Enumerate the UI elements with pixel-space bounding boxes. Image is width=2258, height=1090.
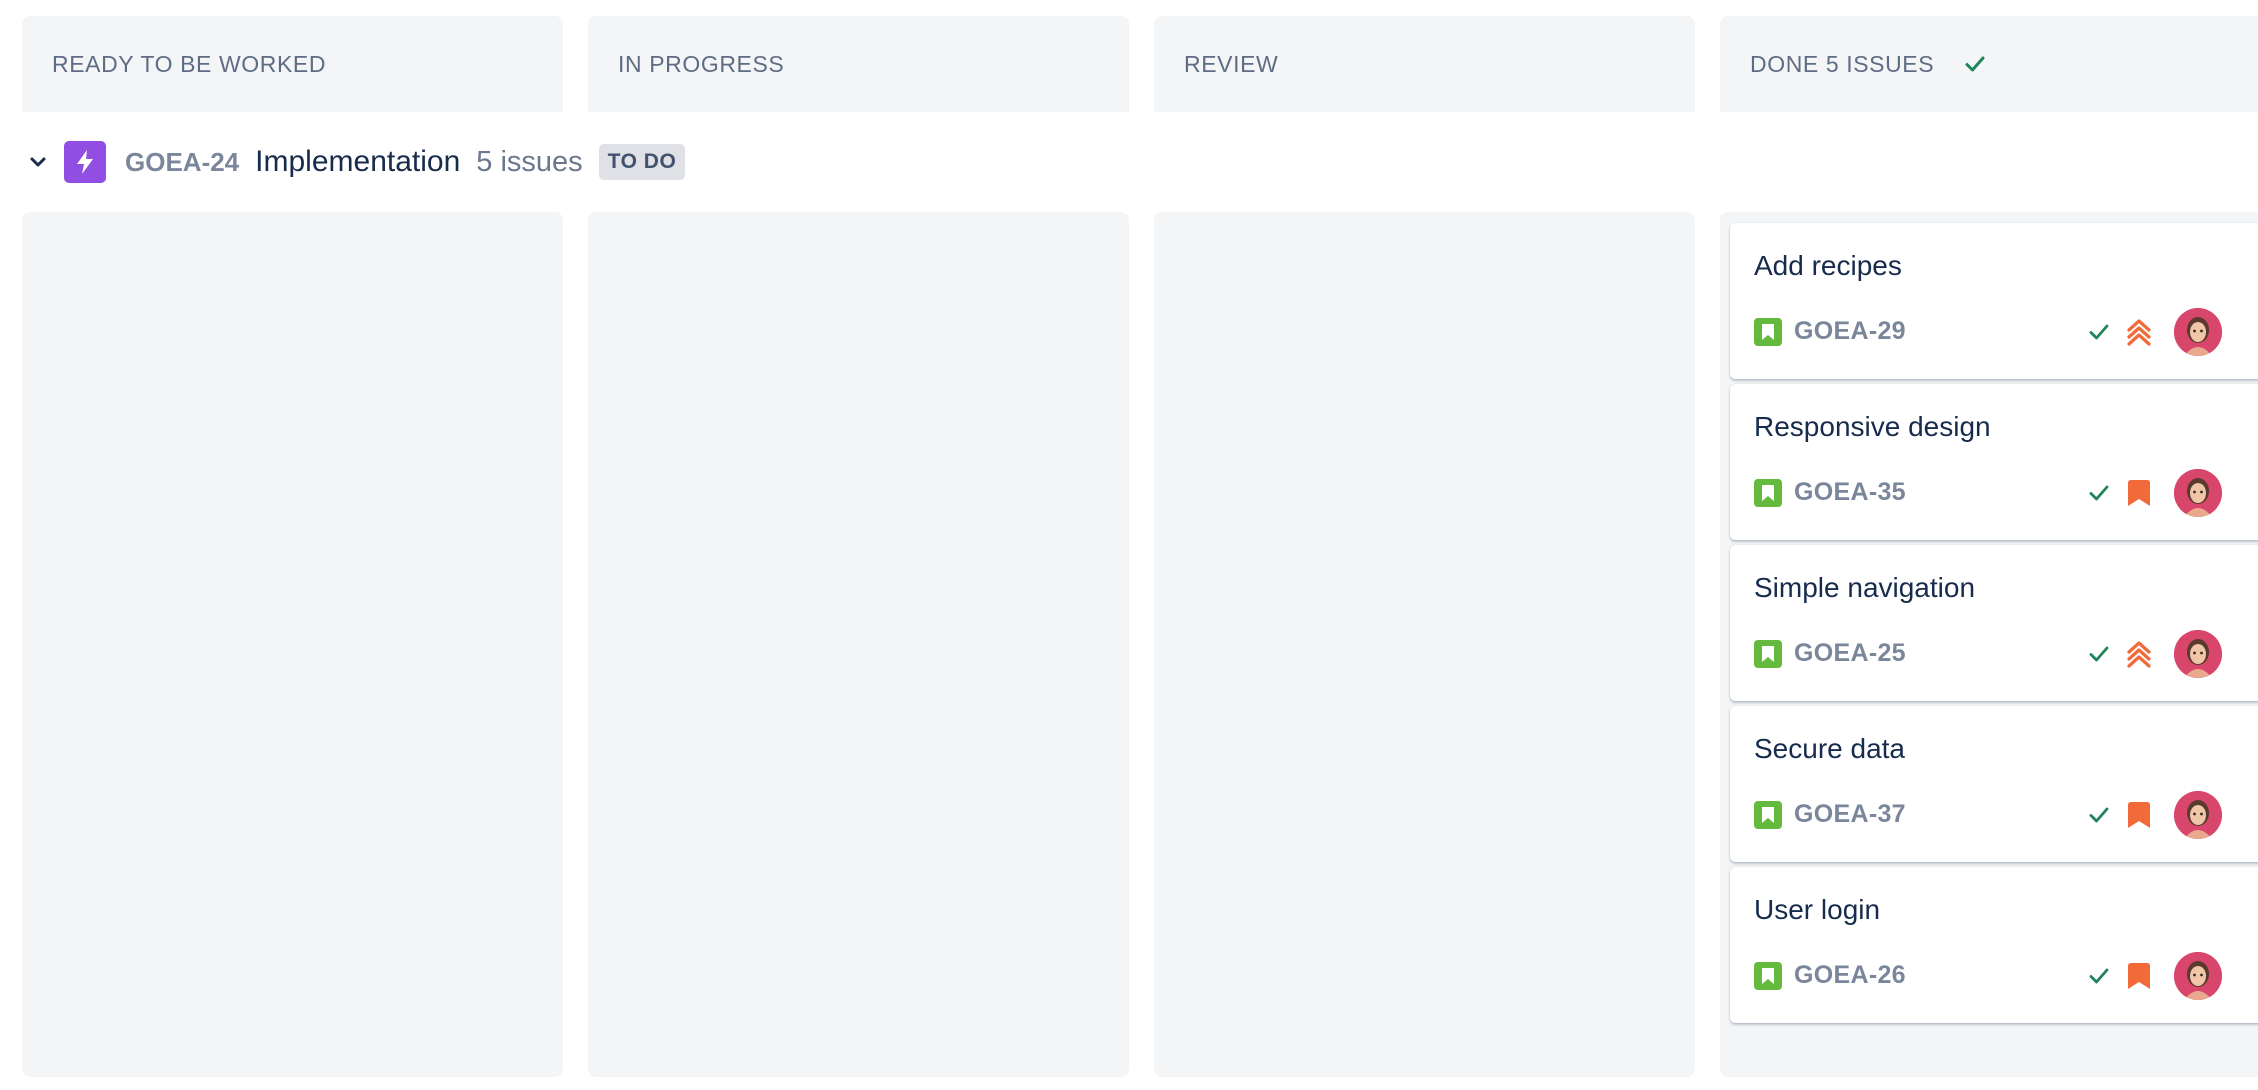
chevron-down-icon[interactable] [26,150,50,174]
column-title: REVIEW [1184,50,1279,77]
column-title: IN PROGRESS [618,50,785,77]
avatar[interactable] [2174,952,2222,1000]
card-summary: Simple navigation [1754,572,1976,603]
check-icon [1964,53,1986,75]
issue-card[interactable]: User login GOEA-26 [1730,867,2258,1023]
story-icon [1754,318,1782,346]
card-summary: Responsive design [1754,411,1991,442]
column-title: READY TO BE WORKED [52,50,327,77]
column-header-review[interactable]: REVIEW [1154,16,1695,112]
issue-card[interactable]: Secure data GOEA-37 [1730,706,2258,862]
card-key[interactable]: GOEA-29 [1794,317,1906,346]
epic-issue-count: 5 issues [476,145,583,178]
priority-high-icon [2125,316,2153,353]
priority-medium-icon [2125,960,2153,997]
column-header-ready-to-be-worked[interactable]: READY TO BE WORKED [22,16,563,112]
card-key[interactable]: GOEA-35 [1794,478,1906,507]
story-icon [1754,479,1782,507]
story-icon [1754,962,1782,990]
card-summary: User login [1754,894,1881,925]
epic-lightning-icon [64,141,106,183]
column-header-done[interactable]: DONE 5 ISSUES [1720,16,2258,112]
column-body-in-progress[interactable] [588,212,1129,1077]
avatar[interactable] [2174,791,2222,839]
priority-medium-icon [2125,477,2153,514]
column-title: DONE 5 ISSUES [1750,50,1935,77]
avatar[interactable] [2174,308,2222,356]
column-body-ready-to-be-worked[interactable] [22,212,563,1077]
check-icon [2087,320,2111,349]
check-icon [2087,642,2111,671]
story-icon [1754,640,1782,668]
column-header-in-progress[interactable]: IN PROGRESS [588,16,1129,112]
status-badge: TO DO [598,144,686,180]
story-icon [1754,801,1782,829]
column-body-review[interactable] [1154,212,1695,1077]
epic-name[interactable]: Implementation [255,145,460,179]
check-icon [2087,964,2111,993]
avatar[interactable] [2174,630,2222,678]
card-key[interactable]: GOEA-26 [1794,961,1906,990]
issue-card[interactable]: Responsive design GOEA-35 [1730,384,2258,540]
check-icon [2087,481,2111,510]
issue-card[interactable]: Add recipes GOEA-29 [1730,223,2258,379]
check-icon [2087,803,2111,832]
avatar[interactable] [2174,469,2222,517]
card-key[interactable]: GOEA-25 [1794,639,1906,668]
epic-key[interactable]: GOEA-24 [125,147,239,178]
card-summary: Add recipes [1754,250,1902,281]
priority-medium-icon [2125,799,2153,836]
priority-high-icon [2125,638,2153,675]
card-summary: Secure data [1754,733,1905,764]
card-key[interactable]: GOEA-37 [1794,800,1906,829]
swimlane-header[interactable]: GOEA-24 Implementation 5 issues TO DO [26,140,686,184]
issue-card[interactable]: Simple navigation GOEA-25 [1730,545,2258,701]
